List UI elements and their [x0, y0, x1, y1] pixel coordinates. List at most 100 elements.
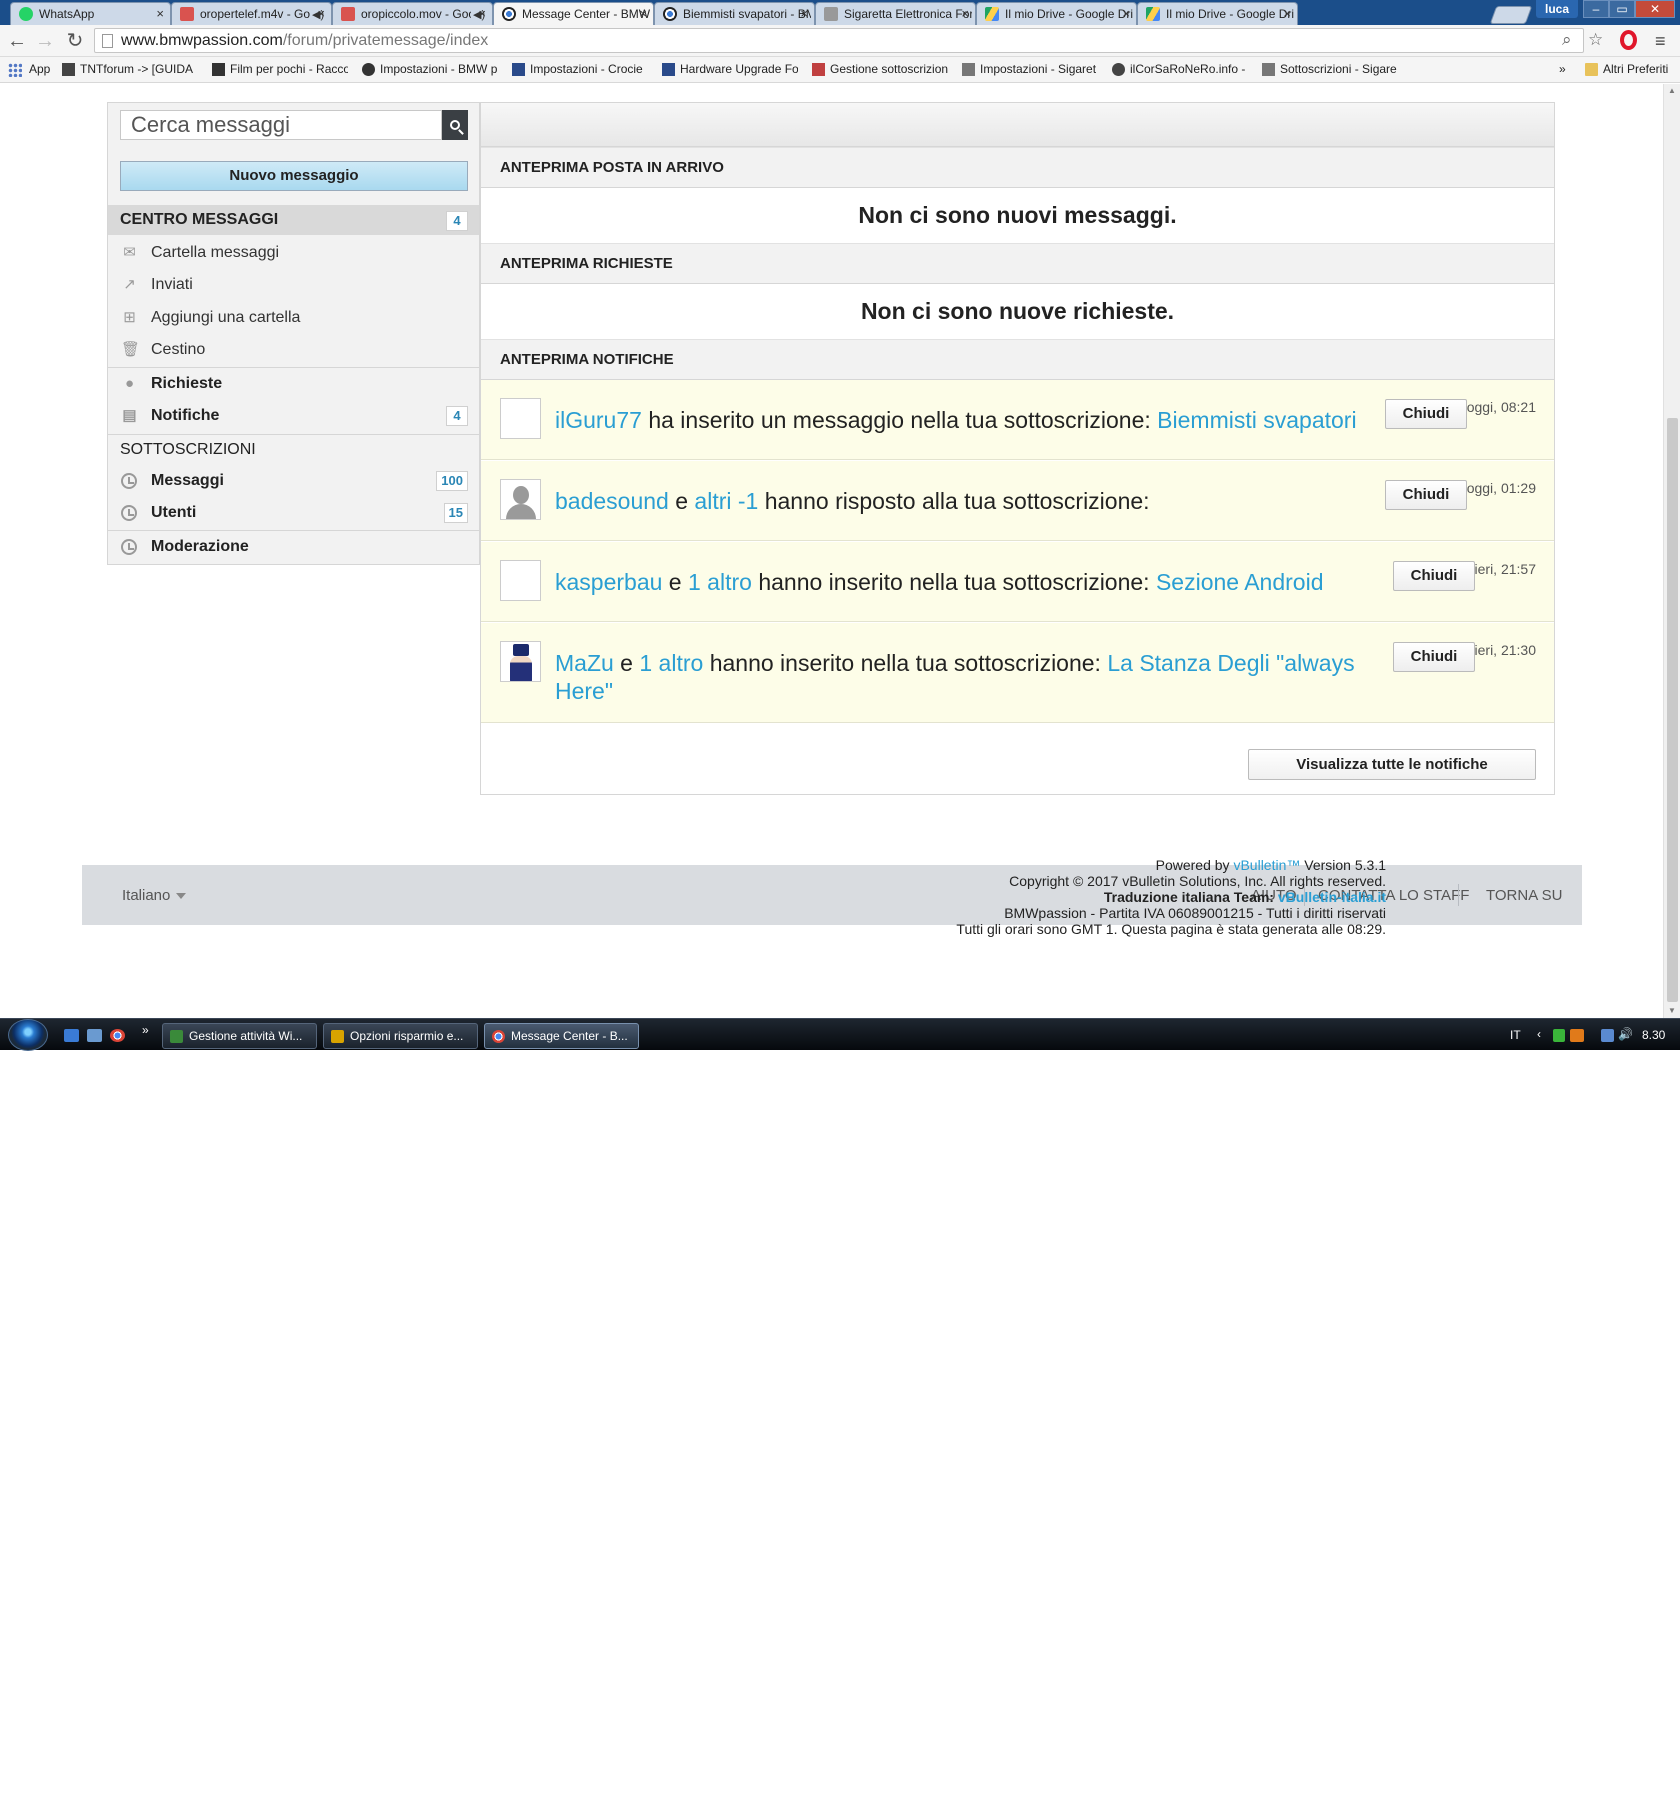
bookmark-gestione[interactable]: Gestione sottoscrizioni — [812, 62, 948, 76]
close-icon[interactable]: × — [317, 6, 325, 21]
bookmark-other[interactable]: Altri Preferiti — [1585, 62, 1668, 76]
avatar[interactable] — [500, 641, 541, 682]
bookmark-corsaronero[interactable]: ilCorSaRoNeRo.info - — [1112, 62, 1248, 76]
bookmark-crocie[interactable]: Impostazioni - Crocie — [512, 62, 648, 76]
quicklaunch-overflow-icon[interactable]: » — [142, 1023, 157, 1037]
view-all-notifications-button[interactable]: Visualizza tutte le notifiche — [1248, 749, 1536, 780]
others-link[interactable]: 1 altro — [639, 650, 703, 676]
search-messages-input[interactable]: Cerca messaggi — [120, 110, 442, 140]
menu-icon[interactable]: ≡ — [1655, 31, 1666, 52]
zoom-icon[interactable]: ⌕ — [1562, 30, 1572, 50]
topic-link[interactable]: Sezione Android — [1156, 569, 1324, 595]
scroll-down-icon[interactable]: ▼ — [1668, 1006, 1676, 1015]
language-selector[interactable]: Italiano — [122, 887, 187, 904]
show-desktop-icon[interactable] — [64, 1029, 79, 1042]
sidebar-item-inbox[interactable]: ✉ Cartella messaggi — [108, 237, 479, 269]
back-arrow-icon[interactable]: ← — [6, 30, 28, 52]
sidebar-item-label: Cestino — [151, 341, 206, 358]
tray-app-icon[interactable] — [1570, 1029, 1584, 1042]
user-link[interactable]: badesound — [555, 488, 669, 514]
sidebar-item-subs-users[interactable]: Utenti 15 — [108, 497, 479, 529]
apps-grid-icon[interactable] — [8, 63, 22, 77]
tab-message-center[interactable]: Message Center - BMWp × — [493, 2, 654, 25]
back-to-top-link[interactable]: TORNA SU — [1486, 887, 1562, 904]
new-message-button[interactable]: Nuovo messaggio — [120, 161, 468, 191]
show-hidden-icons[interactable]: ‹ — [1537, 1027, 1552, 1041]
scroll-up-icon[interactable]: ▲ — [1668, 86, 1676, 95]
close-icon[interactable]: × — [800, 6, 808, 21]
user-link[interactable]: ilGuru77 — [555, 407, 642, 433]
avatar[interactable] — [500, 560, 541, 601]
maximize-button[interactable]: ▭ — [1609, 0, 1635, 18]
bookmark-film[interactable]: Film per pochi - Racco — [212, 62, 348, 76]
bookmark-bmw[interactable]: Impostazioni - BMW p — [362, 62, 498, 76]
user-link[interactable]: kasperbau — [555, 569, 662, 595]
language-indicator[interactable]: IT — [1510, 1028, 1521, 1042]
tab-drive-2[interactable]: Il mio Drive - Google Dri × — [1137, 2, 1298, 25]
vbulletin-link[interactable]: vBulletin™ — [1233, 857, 1300, 873]
taskbar-item-chrome[interactable]: Message Center - B... — [484, 1023, 639, 1049]
bookmark-hwupgrade[interactable]: Hardware Upgrade Fo — [662, 62, 798, 76]
message-center-header[interactable]: CENTRO MESSAGGI 4 — [108, 205, 479, 235]
scrollbar-thumb[interactable] — [1667, 418, 1678, 1002]
vbulletin-italia-link[interactable]: vBulletin-italia.it — [1278, 889, 1386, 905]
others-link[interactable]: altri -1 — [694, 488, 758, 514]
forward-arrow-icon[interactable]: → — [34, 30, 56, 52]
sidebar-item-sent[interactable]: ↗ Inviati — [108, 269, 479, 301]
network-icon[interactable] — [1601, 1029, 1614, 1042]
start-button[interactable] — [8, 1019, 48, 1051]
taskbar-item-task-manager[interactable]: Gestione attività Wi... — [162, 1023, 317, 1049]
taskbar-clock[interactable]: 8.30 — [1642, 1028, 1665, 1042]
sidebar-item-subs-messages[interactable]: Messaggi 100 — [108, 465, 479, 497]
bookmark-sigaret[interactable]: Impostazioni - Sigaret — [962, 62, 1098, 76]
sidebar-item-trash[interactable]: 🗑 Cestino — [108, 334, 479, 366]
new-tab-button[interactable] — [1489, 6, 1533, 24]
close-notification-button[interactable]: Chiudi — [1385, 399, 1467, 429]
close-icon[interactable]: × — [156, 6, 164, 21]
reload-icon[interactable]: ↻ — [64, 30, 86, 52]
sidebar-item-requests[interactable]: ● Richieste — [108, 368, 479, 400]
avatar[interactable] — [500, 479, 541, 520]
google-drive-icon — [1146, 7, 1160, 21]
user-profile-button[interactable]: luca — [1536, 0, 1578, 18]
tab-oropiccolo[interactable]: oropiccolo.mov - Goo ◀) × — [332, 2, 493, 25]
bookmark-star-icon[interactable]: ☆ — [1588, 30, 1603, 50]
tab-sigaretta[interactable]: Sigaretta Elettronica For × — [815, 2, 976, 25]
window-close-button[interactable]: ✕ — [1635, 0, 1675, 18]
user-link[interactable]: MaZu — [555, 650, 614, 676]
tab-drive-1[interactable]: Il mio Drive - Google Dri × — [976, 2, 1137, 25]
close-notification-button[interactable]: Chiudi — [1393, 642, 1475, 672]
bookmarks-overflow-icon[interactable]: » — [1559, 62, 1566, 76]
close-icon[interactable]: × — [478, 6, 486, 21]
others-link[interactable]: 1 altro — [688, 569, 752, 595]
close-icon[interactable]: × — [1122, 6, 1130, 21]
tab-whatsapp[interactable]: WhatsApp × — [10, 2, 171, 25]
avatar[interactable] — [500, 398, 541, 439]
chrome-icon[interactable] — [110, 1029, 125, 1042]
bookmark-sottoscrizioni[interactable]: Sottoscrizioni - Sigare — [1262, 62, 1398, 76]
volume-icon[interactable]: 🔊 — [1618, 1027, 1633, 1041]
hwupgrade-icon — [662, 62, 675, 76]
sidebar-item-notifications[interactable]: ▤ Notifiche 4 — [108, 400, 479, 432]
opera-extension-icon[interactable] — [1620, 30, 1637, 50]
sidebar-item-add-folder[interactable]: ⊞ Aggiungi una cartella — [108, 302, 479, 334]
close-icon[interactable]: × — [639, 6, 647, 21]
address-bar[interactable]: www.bmwpassion.com/forum/privatemessage/… — [94, 28, 1584, 53]
notification-item: kasperbau e 1 altro hanno inserito nella… — [481, 542, 1554, 622]
minimize-button[interactable]: – — [1583, 0, 1609, 18]
close-icon[interactable]: × — [961, 6, 969, 21]
sidebar-item-moderation[interactable]: Moderazione — [108, 531, 479, 563]
switch-windows-icon[interactable] — [87, 1029, 102, 1042]
tab-biemmisti[interactable]: Biemmisti svapatori - BM × — [654, 2, 815, 25]
bookmark-tntforum[interactable]: TNTforum -> [GUIDA — [62, 62, 198, 76]
close-icon[interactable]: × — [1283, 6, 1291, 21]
bookmark-apps[interactable]: App — [29, 62, 50, 76]
taskbar-item-power-options[interactable]: Opzioni risparmio e... — [323, 1023, 478, 1049]
topic-link[interactable]: Biemmisti svapatori — [1157, 407, 1356, 433]
search-button[interactable] — [442, 110, 468, 140]
close-notification-button[interactable]: Chiudi — [1385, 480, 1467, 510]
close-notification-button[interactable]: Chiudi — [1393, 561, 1475, 591]
page-scrollbar[interactable]: ▲ ▼ — [1663, 84, 1680, 1018]
tab-oropertelef[interactable]: oropertelef.m4v - Goo ◀) × — [171, 2, 332, 25]
battery-icon[interactable] — [1553, 1029, 1565, 1042]
